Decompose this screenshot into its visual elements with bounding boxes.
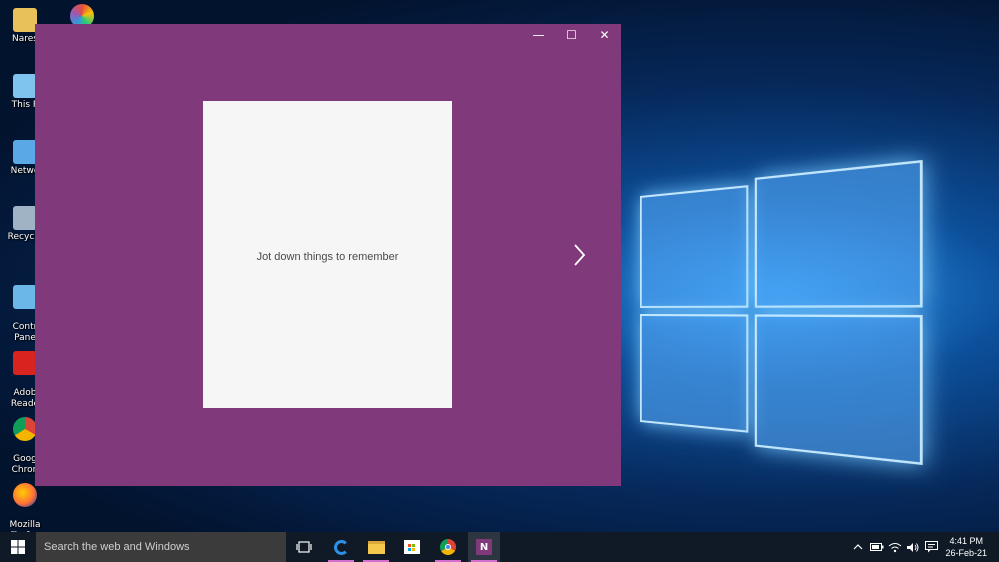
clock-time: 4:41 PM	[949, 536, 983, 546]
close-button[interactable]: ✕	[588, 24, 621, 46]
taskbar-search-box[interactable]: Search the web and Windows	[36, 532, 286, 562]
action-center-button[interactable]	[922, 532, 940, 562]
clock-date: 26-Feb-21	[945, 548, 987, 558]
task-view-icon	[296, 541, 312, 553]
title-bar: — ☐ ✕	[522, 24, 621, 46]
firefox-icon	[13, 483, 37, 507]
onenote-icon: N	[476, 539, 492, 555]
maximize-button[interactable]: ☐	[555, 24, 588, 46]
battery-icon	[870, 543, 884, 551]
wifi-icon	[888, 542, 902, 552]
minimize-button[interactable]: —	[522, 24, 555, 46]
notification-icon	[924, 541, 938, 553]
chrome-icon	[440, 539, 456, 555]
control-panel-icon	[13, 285, 37, 309]
store-icon	[404, 540, 420, 554]
computer-icon	[13, 74, 37, 98]
windows-start-icon	[11, 540, 25, 554]
show-hidden-icons-button[interactable]	[850, 532, 866, 562]
chrome-icon	[13, 417, 37, 441]
speaker-icon	[907, 542, 919, 552]
network-icon	[13, 140, 37, 164]
folder-icon	[13, 8, 37, 32]
edge-icon	[333, 539, 349, 555]
onenote-welcome-window: — ☐ ✕ Jot down things to remember	[35, 24, 621, 486]
adobe-reader-icon	[13, 351, 37, 375]
taskbar-store-button[interactable]	[396, 532, 428, 562]
taskbar-file-explorer-button[interactable]	[360, 532, 392, 562]
folder-icon	[367, 540, 385, 554]
taskbar-onenote-button[interactable]: N	[468, 532, 500, 562]
taskbar: Search the web and Windows N 4:41 PM 26-…	[0, 532, 999, 562]
welcome-card-text: Jot down things to remember	[256, 251, 399, 263]
recycle-bin-icon	[13, 206, 37, 230]
start-button[interactable]	[0, 532, 36, 562]
battery-button[interactable]	[868, 532, 886, 562]
taskbar-clock[interactable]: 4:41 PM 26-Feb-21	[945, 535, 987, 559]
next-arrow-button[interactable]	[567, 242, 591, 268]
task-view-button[interactable]	[288, 532, 320, 562]
chevron-up-icon	[853, 544, 863, 550]
welcome-card: Jot down things to remember	[203, 101, 452, 408]
wallpaper-windows-logo	[640, 159, 923, 466]
taskbar-chrome-button[interactable]	[432, 532, 464, 562]
volume-button[interactable]	[904, 532, 922, 562]
taskbar-edge-button[interactable]	[325, 532, 357, 562]
wifi-button[interactable]	[886, 532, 904, 562]
